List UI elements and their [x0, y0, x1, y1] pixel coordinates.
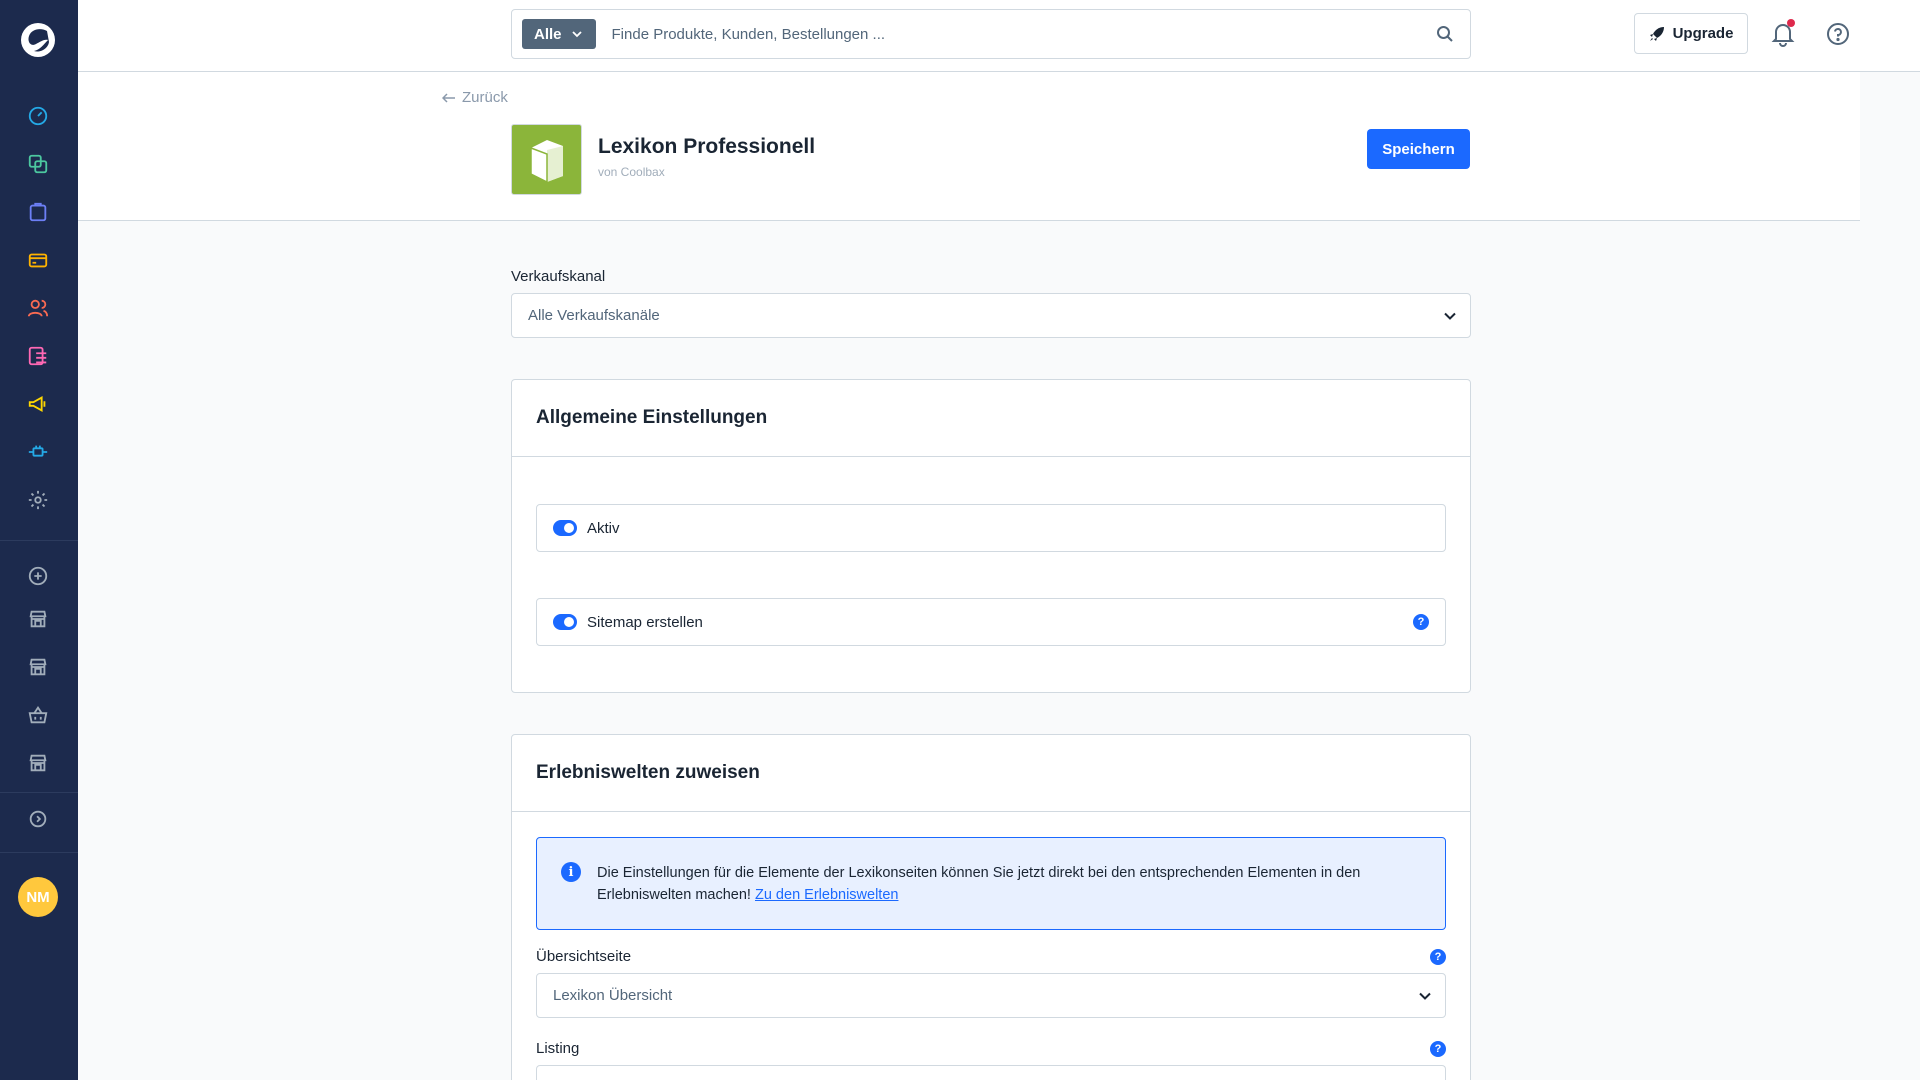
help-icon[interactable]: ? [1413, 614, 1429, 630]
overview-label: Übersichtseite [536, 948, 632, 965]
basket-icon[interactable] [26, 703, 50, 727]
app-title: Lexikon Professionell [598, 135, 816, 158]
sales-channel-select[interactable]: Alle Verkaufskanäle [511, 293, 1471, 338]
search-type-label: Alle [534, 25, 562, 43]
sidebar-divider [0, 852, 78, 853]
search-type-dropdown[interactable]: Alle [522, 19, 596, 49]
active-label: Aktiv [587, 519, 620, 537]
experience-worlds-title: Erlebniswelten zuweisen [512, 735, 1470, 812]
help-icon[interactable]: ? [1430, 1040, 1446, 1057]
sitemap-toggle[interactable] [553, 614, 577, 630]
page-header [78, 72, 1860, 221]
settings-icon[interactable] [26, 488, 50, 512]
general-settings-title: Allgemeine Einstellungen [512, 380, 1470, 457]
add-sales-channel-icon[interactable] [26, 564, 50, 588]
overview-value: Lexikon Übersicht [553, 987, 673, 1004]
listing-label-row: Listing ? [536, 1040, 1446, 1057]
notifications-bell-icon[interactable] [1770, 19, 1796, 47]
catalog-icon[interactable] [26, 152, 50, 176]
arrow-left-icon [442, 92, 455, 103]
storefront-icon[interactable] [26, 655, 50, 679]
content-icon[interactable] [26, 344, 50, 368]
search-icon [1437, 26, 1453, 42]
extensions-icon[interactable] [26, 440, 50, 464]
sidebar: NM [0, 0, 78, 1080]
dashboard-icon[interactable] [26, 104, 50, 128]
payments-icon[interactable] [26, 248, 50, 272]
back-link[interactable]: Zurück [442, 89, 508, 106]
alert-text: Die Einstellungen für die Elemente der L… [597, 865, 1361, 903]
shopware-logo-icon[interactable] [20, 22, 56, 58]
search-input[interactable] [595, 25, 1420, 43]
storefront-icon[interactable] [26, 607, 50, 631]
upgrade-button[interactable]: Upgrade [1634, 13, 1748, 54]
global-search: Alle [511, 9, 1471, 59]
experience-worlds-card: Erlebniswelten zuweisen i Die Einstellun… [511, 734, 1471, 1080]
overview-select[interactable]: Lexikon Übersicht [536, 973, 1446, 1018]
upgrade-label: Upgrade [1672, 25, 1734, 42]
listing-select[interactable] [536, 1065, 1446, 1080]
chevron-down-icon [1419, 992, 1431, 1000]
help-icon[interactable] [1826, 22, 1850, 46]
alert-message: Die Einstellungen für die Elemente der L… [597, 862, 1417, 906]
sitemap-switch-group: Sitemap erstellen [553, 614, 703, 631]
rocket-icon [1649, 26, 1664, 41]
notification-badge [1787, 19, 1795, 27]
active-toggle[interactable] [553, 520, 577, 536]
general-settings-card: Allgemeine Einstellungen Aktiv Sitemap e… [511, 379, 1471, 693]
app-vendor: von Coolbax [598, 165, 665, 179]
chevron-down-icon [1444, 312, 1456, 320]
active-switch-field: Aktiv [536, 504, 1446, 552]
sitemap-label: Sitemap erstellen [587, 613, 703, 631]
back-label: Zurück [462, 89, 508, 106]
user-avatar[interactable]: NM [18, 877, 58, 917]
book-icon [511, 124, 582, 195]
sidebar-divider [0, 792, 78, 793]
listing-label: Listing [536, 1040, 580, 1057]
save-button[interactable]: Speichern [1367, 129, 1470, 169]
search-button[interactable] [1420, 10, 1470, 58]
chevron-down-icon [571, 31, 582, 38]
sidebar-divider [0, 540, 78, 541]
top-bar: Alle Upgrade [78, 0, 1920, 72]
storefront-icon[interactable] [26, 751, 50, 775]
info-alert: i Die Einstellungen für die Elemente der… [536, 837, 1446, 930]
expand-sidebar-icon[interactable] [26, 807, 50, 831]
marketing-icon[interactable] [26, 392, 50, 416]
sales-channel-value: Alle Verkaufskanäle [528, 307, 660, 324]
overview-label-row: Übersichtseite ? [536, 948, 1446, 965]
help-icon[interactable]: ? [1430, 948, 1446, 965]
sales-channel-label: Verkaufskanal [511, 268, 606, 285]
info-icon: i [561, 862, 581, 882]
orders-icon[interactable] [26, 200, 50, 224]
customers-icon[interactable] [26, 296, 50, 320]
experience-worlds-link[interactable]: Zu den Erlebniswelten [755, 887, 898, 903]
sitemap-switch-field: Sitemap erstellen ? [536, 598, 1446, 646]
